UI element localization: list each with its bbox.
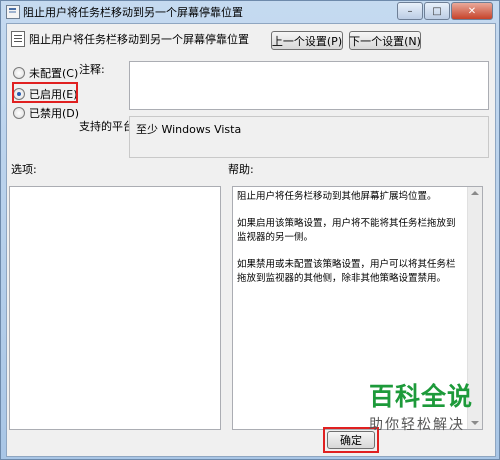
watermark-subtitle: 助你轻松解决	[369, 417, 465, 433]
minimize-button[interactable]: –	[397, 2, 423, 20]
watermark-title: 百科全说	[369, 382, 474, 411]
comment-textarea[interactable]	[129, 61, 489, 110]
enabled-highlight-box	[12, 82, 78, 103]
help-label: 帮助:	[228, 163, 254, 176]
title-bar[interactable]: 阻止用户将任务栏移动到另一个屏幕停靠位置 – □ ✕	[1, 1, 499, 21]
previous-setting-button[interactable]: 上一个设置(P)	[271, 31, 343, 50]
options-label: 选项:	[11, 163, 37, 176]
policy-icon	[6, 5, 20, 19]
window-title: 阻止用户将任务栏移动到另一个屏幕停靠位置	[23, 6, 243, 19]
radio-not-configured[interactable]: 未配置(C)	[13, 65, 78, 81]
help-text: 阻止用户将任务栏移动到其他屏幕扩展坞位置。 如果启用该策略设置，用户将不能将其任…	[237, 190, 478, 286]
radio-disabled[interactable]: 已禁用(D)	[13, 105, 79, 121]
radio-label: 未配置(C)	[29, 67, 79, 80]
radio-circle[interactable]	[13, 107, 25, 119]
close-button[interactable]: ✕	[451, 2, 493, 20]
watermark: 百科全说 助你轻松解决	[369, 377, 489, 434]
scroll-up-arrow-icon[interactable]	[471, 191, 479, 195]
options-panel	[9, 186, 221, 430]
help-paragraph: 如果启用该策略设置，用户将不能将其任务栏拖放到监视器的另一侧。	[237, 218, 456, 243]
document-icon	[11, 31, 25, 47]
setting-title: 阻止用户将任务栏移动到另一个屏幕停靠位置	[29, 33, 249, 46]
radio-label: 已禁用(D)	[29, 107, 80, 120]
policy-dialog-window: 阻止用户将任务栏移动到另一个屏幕停靠位置 – □ ✕ 阻止用户将任务栏移动到另一…	[0, 0, 500, 460]
header-row: 阻止用户将任务栏移动到另一个屏幕停靠位置 上一个设置(P) 下一个设置(N)	[7, 24, 495, 54]
window-controls: – □ ✕	[396, 2, 493, 20]
next-setting-button[interactable]: 下一个设置(N)	[349, 31, 421, 50]
supported-platform-box: 至少 Windows Vista	[129, 116, 489, 158]
platform-value: 至少 Windows Vista	[136, 123, 242, 136]
comment-label: 注释:	[79, 63, 105, 76]
help-paragraph: 阻止用户将任务栏移动到其他屏幕扩展坞位置。	[237, 191, 437, 202]
help-paragraph: 如果禁用或未配置该策略设置，用户可以将其任务栏拖放到监视器的其他侧，除非其他策略…	[237, 259, 456, 284]
radio-circle[interactable]	[13, 67, 25, 79]
maximize-button[interactable]: □	[424, 2, 450, 20]
